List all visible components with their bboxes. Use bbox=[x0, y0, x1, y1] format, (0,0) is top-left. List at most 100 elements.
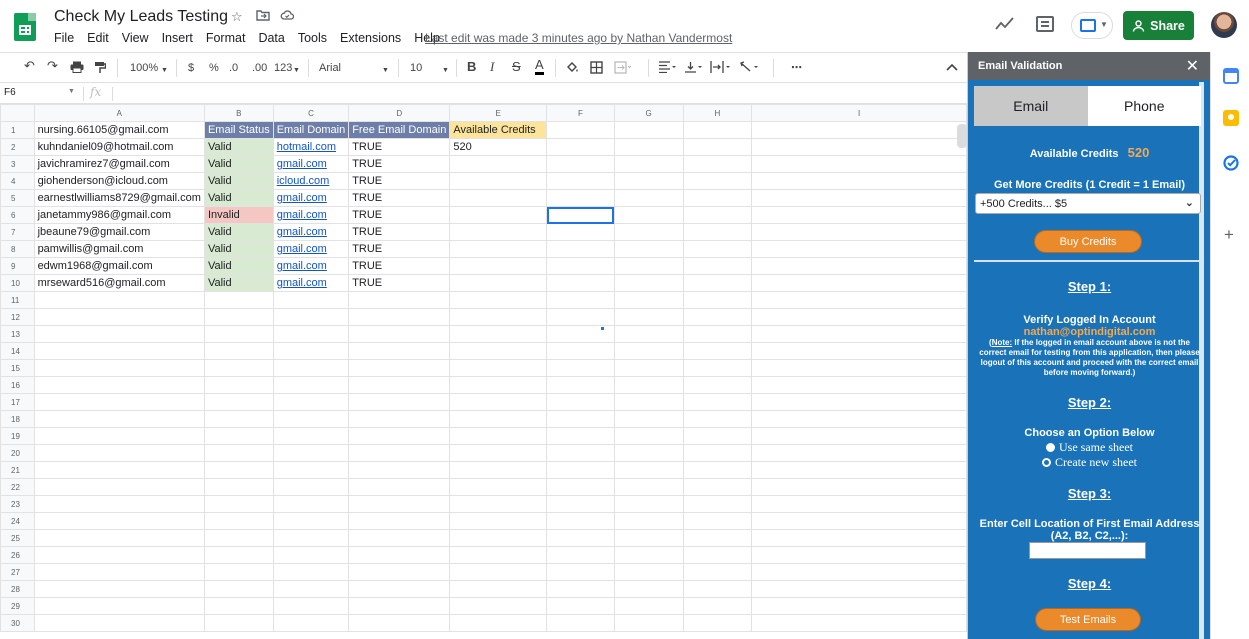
cell[interactable] bbox=[348, 580, 451, 598]
cell[interactable] bbox=[546, 529, 615, 547]
cell[interactable] bbox=[33, 563, 205, 581]
cell[interactable] bbox=[203, 461, 274, 479]
cell-b1[interactable]: Email Status bbox=[203, 121, 274, 139]
cell[interactable] bbox=[449, 478, 548, 496]
cell[interactable] bbox=[449, 495, 548, 513]
cell[interactable] bbox=[203, 563, 274, 581]
row-header[interactable]: 10 bbox=[0, 274, 35, 292]
menu-extensions[interactable]: Extensions bbox=[340, 31, 401, 45]
cell-status[interactable]: Invalid bbox=[203, 206, 274, 224]
cell[interactable] bbox=[546, 393, 615, 411]
cell[interactable] bbox=[682, 206, 753, 224]
row-header[interactable]: 1 bbox=[0, 121, 35, 139]
cell[interactable] bbox=[751, 614, 967, 632]
cell[interactable] bbox=[613, 240, 684, 258]
cell-domain[interactable]: hotmail.com bbox=[272, 138, 350, 156]
cell[interactable] bbox=[203, 580, 274, 598]
chevron-down-icon[interactable]: ▼ bbox=[293, 64, 300, 78]
column-header-g[interactable]: G bbox=[613, 104, 684, 122]
cell[interactable] bbox=[449, 427, 548, 445]
cell[interactable] bbox=[751, 444, 967, 462]
cell[interactable] bbox=[348, 461, 451, 479]
column-header-d[interactable]: D bbox=[348, 104, 451, 122]
cell-email[interactable]: earnestlwilliams8729@gmail.com bbox=[33, 189, 205, 207]
cell[interactable] bbox=[613, 478, 684, 496]
cell-credits[interactable] bbox=[449, 155, 548, 173]
cell[interactable] bbox=[272, 291, 350, 309]
cell[interactable] bbox=[613, 223, 684, 241]
cell[interactable] bbox=[613, 257, 684, 275]
menu-file[interactable]: File bbox=[54, 31, 74, 45]
cell[interactable] bbox=[682, 376, 753, 394]
cell[interactable] bbox=[272, 461, 350, 479]
cell[interactable] bbox=[546, 206, 615, 224]
cell[interactable] bbox=[613, 461, 684, 479]
cell[interactable] bbox=[682, 546, 753, 564]
cell[interactable] bbox=[546, 614, 615, 632]
cell[interactable] bbox=[348, 444, 451, 462]
cell[interactable] bbox=[751, 393, 967, 411]
cell-domain[interactable]: gmail.com bbox=[272, 257, 350, 275]
chevron-down-icon[interactable]: ▼ bbox=[442, 64, 449, 78]
tab-phone[interactable]: Phone bbox=[1087, 86, 1201, 126]
cell[interactable] bbox=[613, 427, 684, 445]
cell-domain[interactable]: gmail.com bbox=[272, 155, 350, 173]
column-header-i[interactable]: I bbox=[751, 104, 967, 122]
cell[interactable] bbox=[33, 495, 205, 513]
cell[interactable] bbox=[613, 274, 684, 292]
cell[interactable] bbox=[546, 478, 615, 496]
column-header-h[interactable]: H bbox=[682, 104, 753, 122]
cell[interactable] bbox=[682, 308, 753, 326]
cell[interactable] bbox=[272, 563, 350, 581]
cell[interactable] bbox=[348, 325, 451, 343]
cell[interactable] bbox=[272, 444, 350, 462]
cell[interactable] bbox=[203, 410, 274, 428]
cell[interactable] bbox=[33, 410, 205, 428]
cell-free-domain[interactable]: TRUE bbox=[348, 206, 451, 224]
cell[interactable] bbox=[33, 546, 205, 564]
row-header[interactable]: 9 bbox=[0, 257, 35, 275]
cell[interactable] bbox=[751, 461, 967, 479]
keep-icon[interactable] bbox=[1223, 110, 1239, 126]
row-header[interactable]: 17 bbox=[0, 393, 35, 411]
cell-d1[interactable]: Free Email Domain bbox=[348, 121, 451, 139]
cell[interactable] bbox=[751, 359, 967, 377]
cell[interactable] bbox=[546, 495, 615, 513]
cell-domain[interactable]: gmail.com bbox=[272, 240, 350, 258]
cell[interactable] bbox=[751, 529, 967, 547]
cell[interactable] bbox=[682, 410, 753, 428]
cell-domain[interactable]: icloud.com bbox=[272, 172, 350, 190]
row-header[interactable]: 4 bbox=[0, 172, 35, 190]
cell-status[interactable]: Valid bbox=[203, 138, 274, 156]
cell[interactable] bbox=[203, 529, 274, 547]
cell[interactable] bbox=[546, 308, 615, 326]
column-header-a[interactable]: A bbox=[33, 104, 205, 122]
cell[interactable] bbox=[751, 172, 967, 190]
cell[interactable] bbox=[682, 478, 753, 496]
cloud-status-icon[interactable] bbox=[280, 9, 295, 25]
row-header[interactable]: 18 bbox=[0, 410, 35, 428]
cell[interactable] bbox=[682, 393, 753, 411]
cell[interactable] bbox=[546, 138, 615, 156]
cell[interactable] bbox=[613, 206, 684, 224]
cell[interactable] bbox=[751, 291, 967, 309]
strikethrough-button[interactable]: S bbox=[512, 60, 521, 74]
cell[interactable] bbox=[751, 427, 967, 445]
cell[interactable] bbox=[449, 342, 548, 360]
percent-format-button[interactable]: % bbox=[209, 61, 219, 75]
cell[interactable] bbox=[272, 427, 350, 445]
column-header-c[interactable]: C bbox=[272, 104, 350, 122]
cell-status[interactable]: Valid bbox=[203, 240, 274, 258]
cell[interactable] bbox=[546, 342, 615, 360]
cell[interactable] bbox=[682, 223, 753, 241]
cell-credits[interactable] bbox=[449, 240, 548, 258]
cell[interactable] bbox=[449, 461, 548, 479]
row-header[interactable]: 15 bbox=[0, 359, 35, 377]
cell[interactable] bbox=[348, 427, 451, 445]
credits-package-select[interactable]: +500 Credits... $5 ⌄ bbox=[975, 193, 1201, 214]
cell[interactable] bbox=[33, 291, 205, 309]
cell[interactable] bbox=[682, 461, 753, 479]
radio-new-sheet[interactable] bbox=[1042, 458, 1052, 467]
cell[interactable] bbox=[682, 359, 753, 377]
vertical-align-icon[interactable] bbox=[684, 61, 704, 77]
